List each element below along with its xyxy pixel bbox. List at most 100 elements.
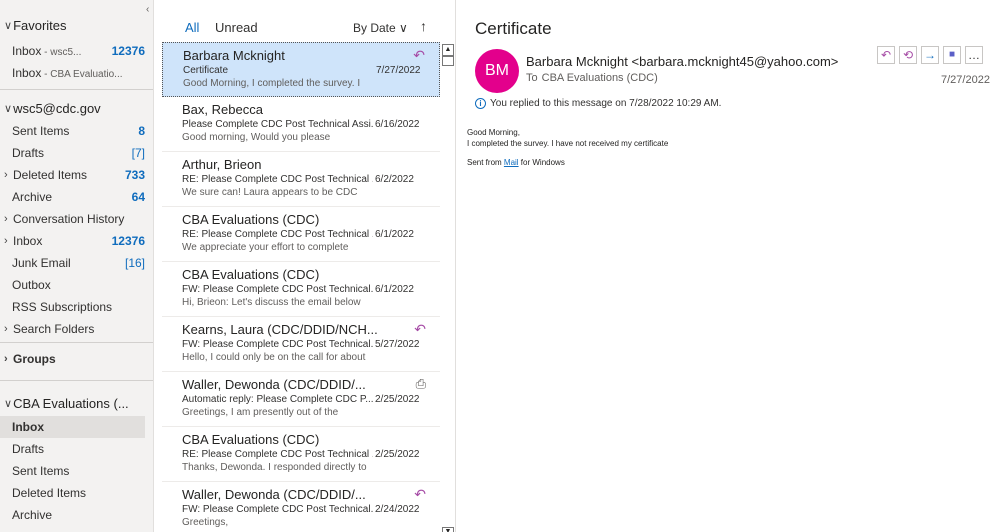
message-row[interactable]: CBA Evaluations (CDC) FW: Please Complete… <box>162 262 440 317</box>
message-subject-row: RE: Please Complete CDC Post Technical .… <box>182 174 440 185</box>
account-header[interactable]: ∨ wsc5@cdc.gov <box>4 101 101 116</box>
reply-button[interactable]: ↶ <box>877 46 895 64</box>
more-options-icon[interactable]: … <box>965 46 983 64</box>
folder-deleted-items[interactable]: › Deleted Items 733 <box>4 164 145 186</box>
mail-link[interactable]: Mail <box>504 158 519 167</box>
folder-inbox[interactable]: › Inbox 12376 <box>4 230 145 252</box>
reply-icon: ↶ <box>414 486 426 502</box>
favorite-inbox-cba[interactable]: Inbox - CBA Evaluatio... <box>12 62 145 84</box>
message-preview: Hello, I could only be on the call for a… <box>182 352 366 363</box>
divider <box>0 89 153 90</box>
message-row[interactable]: Barbara Mcknight Certificate 7/27/2022 Good… <box>162 42 440 97</box>
forward-button[interactable]: → <box>921 46 939 64</box>
message-subject-row: FW: Please Complete CDC Post Technical..… <box>182 339 440 350</box>
tab-unread[interactable]: Unread <box>215 20 258 35</box>
scroll-thumb[interactable] <box>442 56 454 66</box>
message-sender: CBA Evaluations (CDC) <box>182 267 320 282</box>
reply-all-button[interactable]: ⟲ <box>899 46 917 64</box>
sort-direction-arrow-icon[interactable]: ↑ <box>420 18 427 34</box>
groups-header[interactable]: › Groups <box>4 348 145 370</box>
shared-folder-inbox[interactable]: Inbox <box>0 416 145 438</box>
folder-rss-subscriptions[interactable]: RSS Subscriptions <box>12 296 145 318</box>
message-subject-row: FW: Please Complete CDC Post Technical..… <box>182 284 440 295</box>
collapse-pane-icon[interactable]: ‹ <box>146 4 149 15</box>
message-subject-row: Please Complete CDC Post Technical Assi.… <box>182 119 440 130</box>
divider <box>0 342 153 343</box>
unread-count: 12376 <box>111 44 145 58</box>
folder-junk-email[interactable]: Junk Email [16] <box>12 252 145 274</box>
message-subject: Automatic reply: Please Complete CDC P..… <box>182 394 373 405</box>
message-subject: FW: Please Complete CDC Post Technical..… <box>182 339 373 350</box>
favorite-inbox-wsc5[interactable]: Inbox - wsc5... 12376 <box>12 40 145 62</box>
message-date: 5/27/2022 <box>375 339 420 350</box>
shared-mailbox-header[interactable]: ∨ CBA Evaluations (... <box>4 396 129 411</box>
info-icon: i <box>475 98 486 109</box>
message-subject-row: RE: Please Complete CDC Post Technical .… <box>182 229 440 240</box>
message-row[interactable]: Bax, Rebecca Please Complete CDC Post Tec… <box>162 97 440 152</box>
message-row[interactable]: Kearns, Laura (CDC/DDID/NCH... FW: Please… <box>162 317 440 372</box>
message-preview: Thanks, Dewonda. I responded directly to <box>182 462 367 473</box>
message-subject: Certificate <box>183 65 229 76</box>
chevron-right-icon[interactable]: › <box>4 213 13 225</box>
message-subject-row: Automatic reply: Please Complete CDC P..… <box>182 394 440 405</box>
message-sender: Kearns, Laura (CDC/DDID/NCH... <box>182 322 378 337</box>
chevron-right-icon[interactable]: › <box>4 353 13 365</box>
message-row[interactable]: Waller, Dewonda (CDC/DDID/... Automatic r… <box>162 372 440 427</box>
signature-line: Sent from Mail for Windows <box>467 158 565 167</box>
list-header: All Unread By Date ∨ ↑ <box>160 16 455 44</box>
chevron-down-icon: ∨ <box>4 398 13 410</box>
message-preview: We sure can! Laura appears to be CDC <box>182 187 358 198</box>
message-subject-row: FW: Please Complete CDC Post Technical..… <box>182 504 440 515</box>
body-line: Good Morning, <box>467 128 520 137</box>
recipient[interactable]: CBA Evaluations (CDC) <box>542 72 658 84</box>
message-preview: Greetings, I am presently out of the <box>182 407 339 418</box>
sender[interactable]: Barbara Mcknight <barbara.mcknight45@yah… <box>526 54 838 69</box>
folder-drafts[interactable]: Drafts [7] <box>12 142 145 164</box>
message-body: Good Morning, I completed the survey. I … <box>467 127 668 168</box>
tab-all[interactable]: All <box>185 20 199 35</box>
sort-dropdown[interactable]: By Date ∨ <box>353 21 408 35</box>
message-row[interactable]: Waller, Dewonda (CDC/DDID/... FW: Please … <box>162 482 440 532</box>
chevron-right-icon[interactable]: › <box>4 323 13 335</box>
message-subject: RE: Please Complete CDC Post Technical .… <box>182 449 373 460</box>
message-sender: Waller, Dewonda (CDC/DDID/... <box>182 487 366 502</box>
shared-folder-sent-items[interactable]: Sent Items <box>12 460 145 482</box>
message-date: 6/16/2022 <box>375 119 420 130</box>
message-subject: FW: Please Complete CDC Post Technical..… <box>182 284 373 295</box>
message-date: 6/1/2022 <box>375 229 414 240</box>
message-actions: ↶ ⟲ → ■ … <box>877 46 983 64</box>
shared-folder-archive[interactable]: Archive <box>12 504 145 526</box>
message-preview: Good Morning, I completed the survey. I <box>183 78 361 89</box>
message-row[interactable]: Arthur, Brieon RE: Please Complete CDC Po… <box>162 152 440 207</box>
info-bar: i You replied to this message on 7/28/20… <box>475 98 721 109</box>
message-row[interactable]: CBA Evaluations (CDC) RE: Please Complete… <box>162 427 440 482</box>
shared-folder-deleted-items[interactable]: Deleted Items <box>12 482 145 504</box>
chevron-right-icon[interactable]: › <box>4 235 13 247</box>
reply-icon: ↶ <box>413 47 425 63</box>
teams-icon[interactable]: ■ <box>943 46 961 64</box>
message-sender: CBA Evaluations (CDC) <box>182 212 320 227</box>
message-subject: FW: Please Complete CDC Post Technical..… <box>182 504 373 515</box>
message-date: 6/1/2022 <box>375 284 414 295</box>
favorites-header[interactable]: ∨ Favorites <box>4 18 67 33</box>
message-preview: Greetings, <box>182 517 229 528</box>
message-date: 7/27/2022 <box>941 74 990 86</box>
body-line: I completed the survey. I have not recei… <box>467 139 669 148</box>
message-row[interactable]: CBA Evaluations (CDC) RE: Please Complete… <box>162 207 440 262</box>
chevron-down-icon: ∨ <box>399 21 408 35</box>
scroll-up-icon[interactable]: ▲ <box>442 44 454 56</box>
avatar[interactable]: BM <box>475 49 519 93</box>
list-scrollbar[interactable]: ▲ ▼ <box>442 42 454 532</box>
folder-outbox[interactable]: Outbox <box>12 274 145 296</box>
shared-folder-drafts[interactable]: Drafts <box>12 438 145 460</box>
message-subject-row: RE: Please Complete CDC Post Technical .… <box>182 449 440 460</box>
divider <box>0 380 153 381</box>
message-sender: Waller, Dewonda (CDC/DDID/... <box>182 377 366 392</box>
folder-sent-items[interactable]: Sent Items 8 <box>12 120 145 142</box>
folder-search-folders[interactable]: › Search Folders <box>4 318 145 340</box>
scroll-down-icon[interactable]: ▼ <box>442 527 454 532</box>
folder-archive[interactable]: Archive 64 <box>12 186 145 208</box>
message-date: 2/25/2022 <box>375 394 420 405</box>
chevron-right-icon[interactable]: › <box>4 169 13 181</box>
folder-conversation-history[interactable]: › Conversation History <box>4 208 145 230</box>
